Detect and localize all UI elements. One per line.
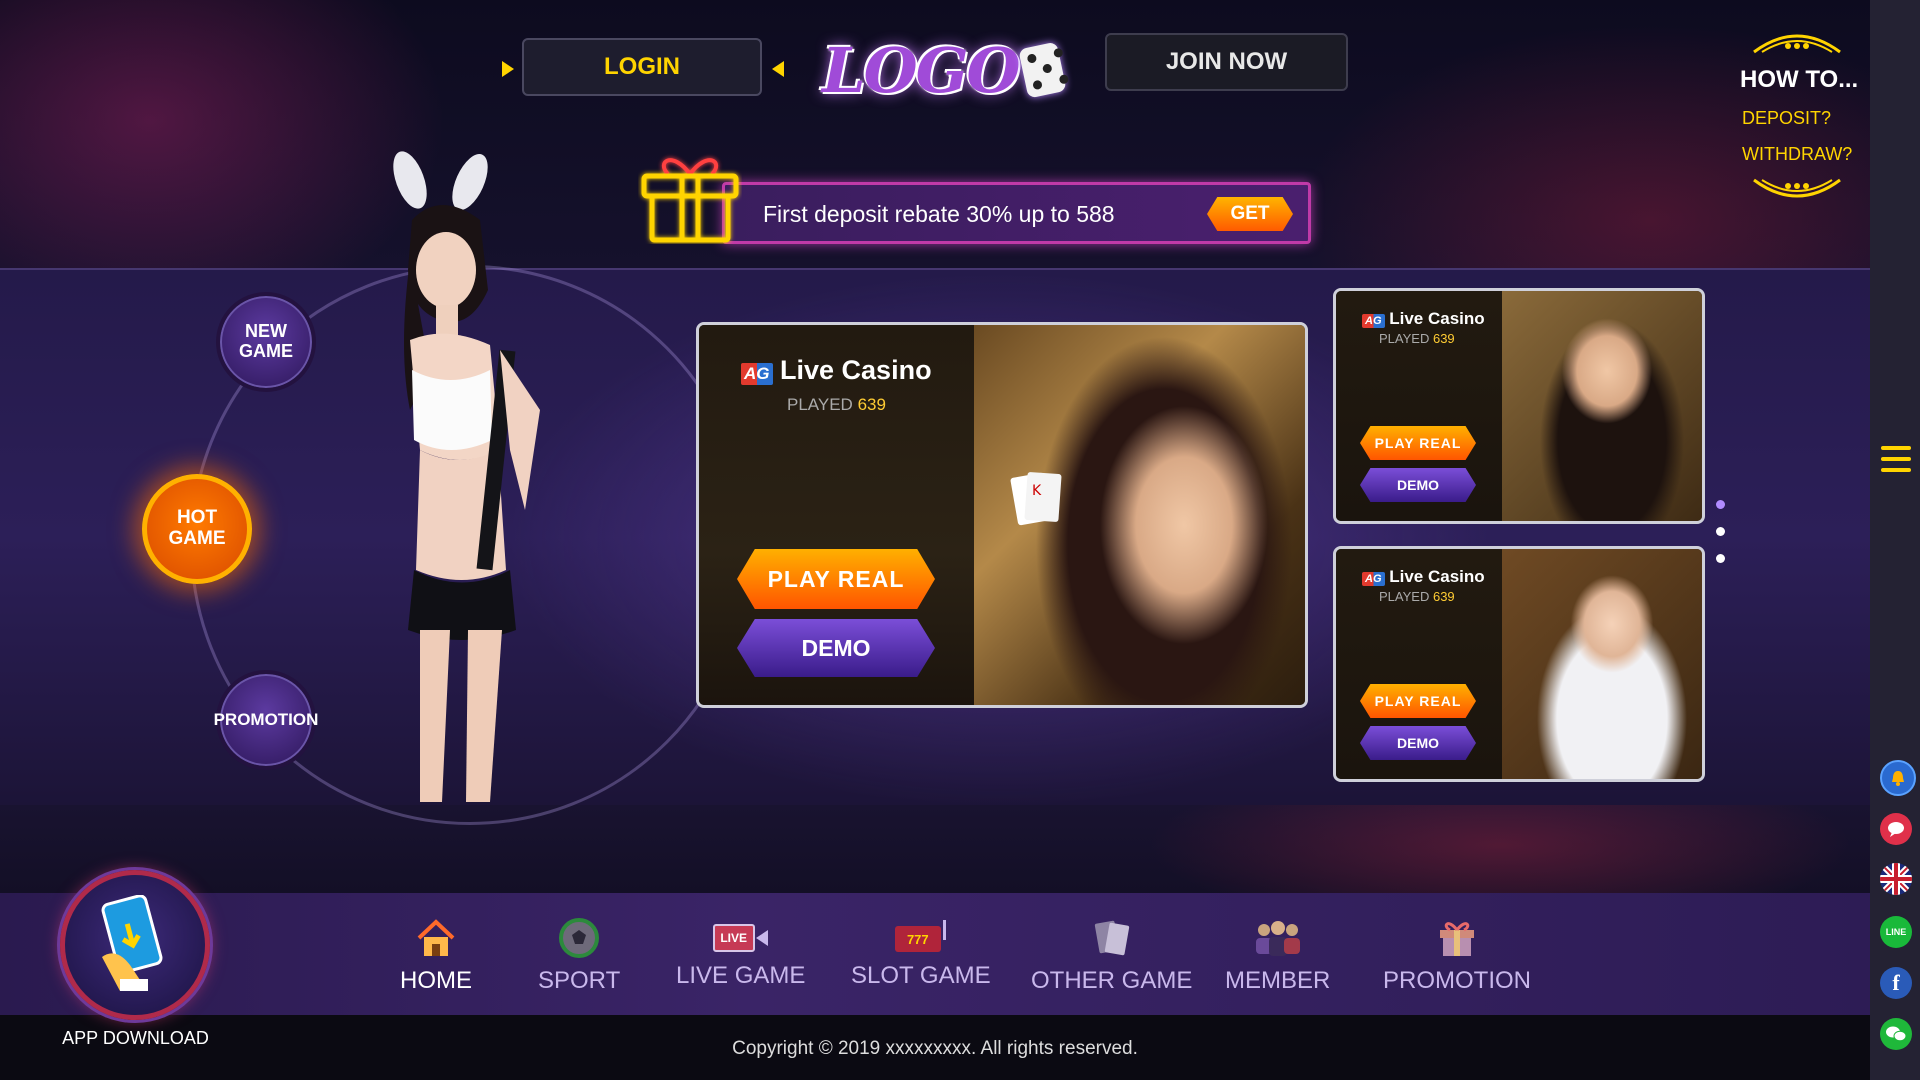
slot-badge: 777 — [894, 926, 941, 952]
withdraw-link[interactable]: WITHDRAW? — [1742, 144, 1852, 165]
ag-logo-icon: AG — [741, 363, 773, 385]
played-number: 639 — [1432, 589, 1455, 604]
svg-text:K: K — [1032, 483, 1042, 499]
live-camera-icon: LIVE — [712, 918, 769, 958]
played-count: PLAYED 639 — [1379, 589, 1455, 604]
live-badge: LIVE — [712, 924, 755, 952]
line-icon[interactable]: LINE — [1880, 916, 1912, 948]
demo-button[interactable]: DEMO — [737, 619, 935, 677]
played-label: PLAYED — [1379, 589, 1430, 604]
mid-background — [0, 805, 1870, 893]
soccer-ball-icon — [559, 918, 600, 958]
site-logo[interactable]: LOGO — [822, 32, 1069, 108]
nav-promotion[interactable]: PROMOTION — [1383, 918, 1531, 995]
nav-home-label: HOME — [400, 967, 472, 994]
login-arrow-left-icon — [772, 61, 784, 77]
uk-flag-icon[interactable] — [1880, 863, 1912, 895]
nav-sport[interactable]: SPORT — [538, 918, 620, 995]
carousel-dot-1[interactable] — [1716, 500, 1725, 509]
nav-member-label: MEMBER — [1225, 967, 1331, 994]
app-download-button[interactable] — [60, 870, 210, 1020]
dealer-photo — [1502, 549, 1702, 779]
bell-icon[interactable] — [1880, 760, 1916, 796]
played-label: PLAYED — [1379, 331, 1430, 346]
game-card-small-1[interactable]: AG Live Casino PLAYED 639 PLAY REAL DEMO — [1333, 288, 1705, 524]
played-count: PLAYED 639 — [1379, 331, 1455, 346]
nav-sport-label: SPORT — [538, 967, 621, 994]
nav-live-game[interactable]: LIVE LIVE GAME — [676, 918, 805, 990]
gift-icon — [641, 158, 739, 243]
play-real-button[interactable]: PLAY REAL — [1360, 684, 1476, 718]
home-icon — [417, 919, 455, 956]
login-button[interactable]: LOGIN — [522, 38, 762, 96]
carousel-dot-2[interactable] — [1716, 527, 1725, 536]
card-title-text: Live Casino — [1389, 309, 1485, 328]
play-real-button[interactable]: PLAY REAL — [1360, 426, 1476, 460]
card-title-text: Live Casino — [780, 355, 932, 385]
how-to-title: HOW TO... — [1740, 66, 1859, 93]
playing-cards-icon — [1094, 920, 1129, 956]
demo-button[interactable]: DEMO — [1360, 468, 1476, 502]
arc-ornament-icon — [1753, 34, 1841, 54]
chat-icon[interactable] — [1880, 813, 1912, 845]
game-card-featured[interactable]: AG Live Casino PLAYED 639 PLAY REAL DEMO… — [696, 322, 1308, 708]
played-number: 639 — [857, 395, 886, 414]
card-info-pane: AG Live Casino PLAYED 639 PLAY REAL DEMO — [699, 325, 974, 705]
new-game-button[interactable]: NEW GAME — [216, 292, 316, 392]
deposit-link[interactable]: DEPOSIT? — [1742, 108, 1831, 129]
demo-button[interactable]: DEMO — [1360, 726, 1476, 760]
nav-home[interactable]: HOME — [400, 918, 472, 995]
dealer-photo — [1502, 291, 1702, 521]
game-card-small-2[interactable]: AG Live Casino PLAYED 639 PLAY REAL DEMO — [1333, 546, 1705, 782]
promotion-ring-button[interactable]: PROMOTION — [214, 670, 318, 770]
members-icon — [1255, 921, 1300, 956]
promo-banner[interactable]: First deposit rebate 30% up to 588 GET — [722, 182, 1311, 244]
promo-text: First deposit rebate 30% up to 588 — [763, 201, 1115, 227]
carousel-dot-3[interactable] — [1716, 554, 1725, 563]
card-info-pane: AG Live Casino PLAYED 639 PLAY REAL DEMO — [1336, 291, 1502, 521]
nav-live-game-label: LIVE GAME — [676, 962, 806, 989]
how-to-panel: HOW TO... DEPOSIT? WITHDRAW? — [1740, 28, 1860, 208]
nav-other-game[interactable]: OTHER GAME — [1031, 918, 1192, 995]
card-title: AG Live Casino — [1362, 309, 1485, 329]
ag-logo-icon: AG — [1362, 314, 1385, 328]
nav-member[interactable]: MEMBER — [1225, 918, 1330, 995]
card-title: AG Live Casino — [1362, 567, 1485, 587]
ag-logo-icon: AG — [1362, 572, 1385, 586]
get-button[interactable]: GET — [1207, 197, 1293, 231]
playing-cards-icon: K — [1010, 472, 1062, 526]
card-info-pane: AG Live Casino PLAYED 639 PLAY REAL DEMO — [1336, 549, 1502, 779]
wechat-icon[interactable] — [1880, 1018, 1912, 1050]
card-title: AG Live Casino — [741, 355, 932, 386]
dealer-photo: K — [974, 325, 1305, 705]
dice-icon — [1017, 41, 1069, 99]
played-label: PLAYED — [787, 395, 853, 414]
hot-game-button[interactable]: HOT GAME — [142, 474, 252, 584]
played-number: 639 — [1432, 331, 1455, 346]
login-arrow-right-icon — [502, 61, 514, 77]
facebook-icon[interactable]: f — [1880, 967, 1912, 999]
logo-text: LOGO — [822, 33, 1021, 107]
slot-machine-icon: 777 — [893, 918, 949, 958]
menu-hamburger-icon[interactable] — [1881, 446, 1911, 479]
carousel-pagination — [1716, 500, 1726, 581]
card-title-text: Live Casino — [1389, 567, 1485, 586]
copyright-text: Copyright © 2019 xxxxxxxxx. All rights r… — [732, 1038, 1138, 1059]
nav-other-game-label: OTHER GAME — [1031, 967, 1193, 994]
gift-icon — [1440, 922, 1474, 956]
played-count: PLAYED 639 — [787, 395, 886, 415]
phone-download-icon — [101, 895, 163, 991]
arc-ornament-bottom-icon — [1753, 178, 1841, 198]
nav-slot-game-label: SLOT GAME — [851, 962, 991, 989]
join-now-button[interactable]: JOIN NOW — [1105, 33, 1348, 91]
model-figure — [393, 151, 540, 802]
play-real-button[interactable]: PLAY REAL — [737, 549, 935, 609]
nav-slot-game[interactable]: 777 SLOT GAME — [851, 918, 991, 990]
nav-promotion-label: PROMOTION — [1383, 967, 1531, 994]
